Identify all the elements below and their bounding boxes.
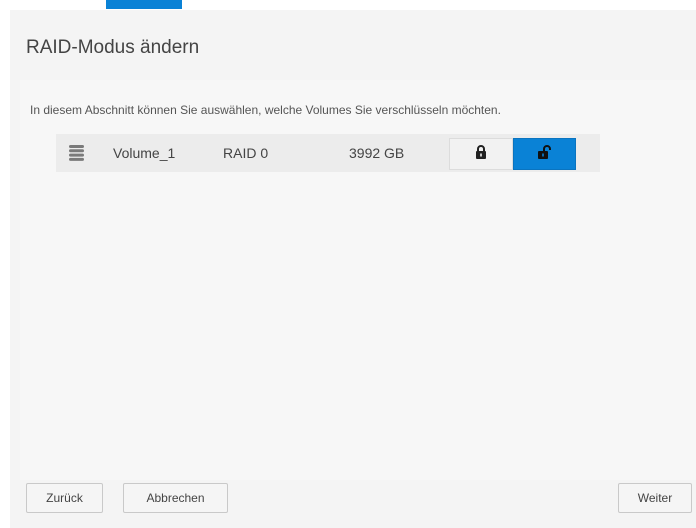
volume-raid-level: RAID 0 — [223, 145, 269, 161]
cancel-button[interactable]: Abbrechen — [123, 483, 228, 513]
dialog-content: In diesem Abschnitt können Sie auswählen… — [20, 80, 696, 480]
volume-name: Volume_1 — [113, 145, 176, 161]
database-icon — [69, 145, 84, 161]
description-text: In diesem Abschnitt können Sie auswählen… — [30, 103, 501, 117]
active-tab-indicator — [106, 0, 182, 9]
next-button[interactable]: Weiter — [618, 483, 692, 513]
volume-size: 3992 GB — [349, 145, 405, 161]
encrypt-unlock-button[interactable] — [513, 138, 576, 170]
unlock-icon — [537, 144, 552, 164]
raid-mode-dialog: RAID-Modus ändern In diesem Abschnitt kö… — [10, 10, 696, 528]
encrypt-lock-button[interactable] — [449, 138, 513, 170]
top-bar — [0, 0, 696, 10]
back-button[interactable]: Zurück — [26, 483, 103, 513]
volume-row: Volume_1 RAID 0 3992 GB — [56, 134, 600, 172]
dialog-title: RAID-Modus ändern — [26, 37, 200, 58]
lock-icon — [475, 144, 487, 164]
